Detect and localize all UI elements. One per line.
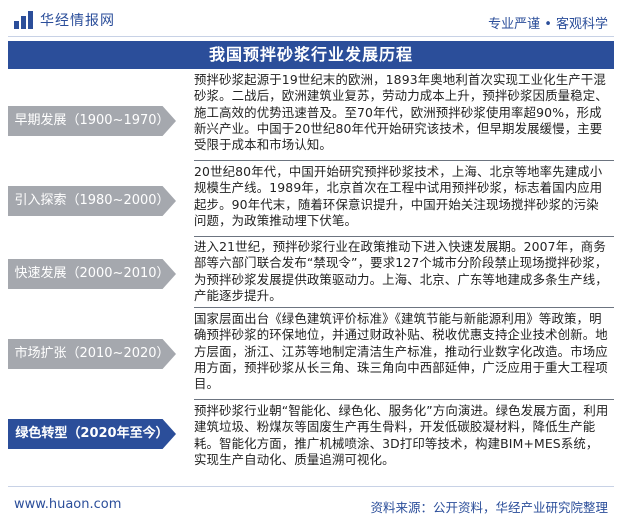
stage-label: 早期发展（1900~1970）: [8, 106, 176, 136]
brand-name: 华经情报网: [40, 13, 115, 29]
stage-label: 快速发展（2000~2010）: [8, 259, 176, 289]
row-divider: [194, 399, 614, 400]
row-divider: [194, 160, 614, 161]
timeline: 预拌砂浆起源于19世纪末的欧洲，1893年奥地利首次实现工业化生产干混砂浆。二战…: [8, 72, 614, 480]
bar-chart-icon: [14, 11, 34, 29]
website-link[interactable]: www.huaon.com: [14, 497, 121, 512]
stage-description: 进入21世纪，预拌砂浆行业在政策推动下进入快速发展期。2007年，商务部等六部门…: [194, 239, 608, 303]
footer-divider: [8, 486, 614, 487]
source-note: 资料来源：公开资料，华经产业研究院整理: [370, 500, 608, 515]
stage-label: 市场扩张（2010~2020）: [8, 339, 176, 369]
row-divider: [194, 236, 614, 237]
row-divider: [194, 307, 614, 308]
stage-description: 预拌砂浆起源于19世纪末的欧洲，1893年奥地利首次实现工业化生产干混砂浆。二战…: [194, 72, 608, 153]
page-header: 华经情报网 专业严谨 • 客观科学: [0, 0, 622, 38]
timeline-row: 20世纪80年代，中国开始研究预拌砂浆技术，上海、北京等地率先建成小规模生产线。…: [8, 164, 614, 237]
stage-label: 引入探索（1980~2000）: [8, 186, 176, 216]
timeline-row: 进入21世纪，预拌砂浆行业在政策推动下进入快速发展期。2007年，商务部等六部门…: [8, 239, 614, 308]
page-title: 我国预拌砂浆行业发展历程: [8, 41, 614, 69]
stage-label: 绿色转型（2020年至今）: [8, 419, 176, 449]
stage-description: 预拌砂浆行业朝“智能化、绿色化、服务化”方向演进。绿色发展方面，利用建筑垃圾、粉…: [194, 403, 609, 467]
stage-description: 国家层面出台《绿色建筑评价标准》《建筑节能与新能源利用》等政策，明确预拌砂浆的环…: [194, 311, 608, 392]
header-divider: [8, 36, 614, 37]
stage-description: 20世纪80年代，中国开始研究预拌砂浆技术，上海、北京等地率先建成小规模生产线。…: [194, 164, 603, 228]
page-footer: www.huaon.com 资料来源：公开资料，华经产业研究院整理: [0, 486, 622, 525]
timeline-row: 预拌砂浆行业朝“智能化、绿色化、服务化”方向演进。绿色发展方面，利用建筑垃圾、粉…: [8, 403, 614, 475]
slogan: 专业严谨 • 客观科学: [488, 17, 608, 32]
timeline-row: 国家层面出台《绿色建筑评价标准》《建筑节能与新能源利用》等政策，明确预拌砂浆的环…: [8, 311, 614, 400]
timeline-row: 预拌砂浆起源于19世纪末的欧洲，1893年奥地利首次实现工业化生产干混砂浆。二战…: [8, 72, 614, 161]
brand-logo[interactable]: 华经情报网: [14, 10, 115, 30]
